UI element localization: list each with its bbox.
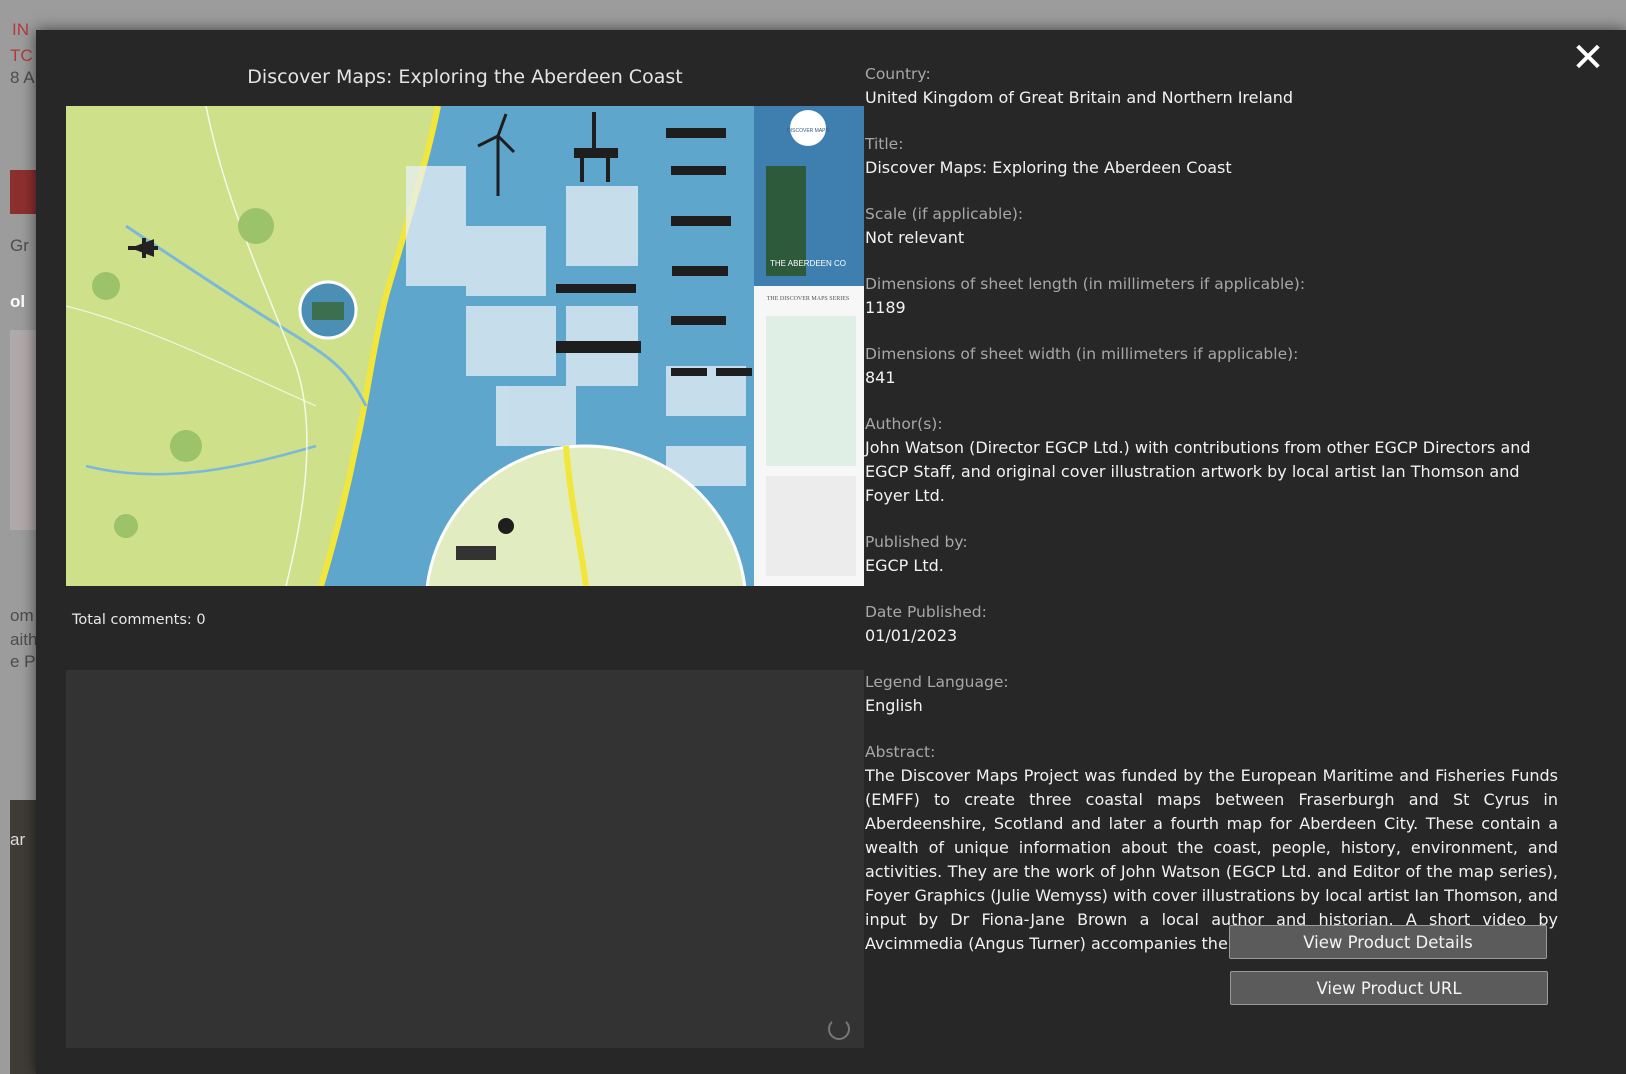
field-value: 1189 <box>865 298 906 317</box>
field-label: Country: <box>865 65 931 83</box>
comments-panel <box>66 670 864 1048</box>
cover-badge-text: DISCOVER MAPS <box>787 128 829 134</box>
view-product-url-button[interactable]: View Product URL <box>1230 971 1548 1005</box>
bg-fragment: TC <box>10 46 33 65</box>
field-9: Abstract: The Discover Maps Project was f… <box>865 740 1558 956</box>
field-value: 841 <box>865 368 896 387</box>
field-value: John Watson (Director EGCP Ltd.) with co… <box>865 438 1531 505</box>
field-value: Discover Maps: Exploring the Aberdeen Co… <box>865 158 1232 177</box>
bg-fragment: IN <box>12 20 29 39</box>
field-value: 01/01/2023 <box>865 626 958 645</box>
bg-red-bar <box>10 170 36 214</box>
field-0: Country: United Kingdom of Great Britain … <box>865 62 1558 110</box>
field-value: Not relevant <box>865 228 965 247</box>
bg-fragment: aith <box>10 630 38 649</box>
bg-fragment: 8 A <box>10 68 35 87</box>
bg-fragment: ol <box>10 292 26 311</box>
field-label: Date Published: <box>865 603 987 621</box>
field-label: Title: <box>865 135 904 153</box>
field-4: Dimensions of sheet width (in millimeter… <box>865 342 1558 390</box>
field-label: Scale (if applicable): <box>865 205 1024 223</box>
close-icon[interactable]: ✕ <box>1568 38 1608 78</box>
map-title: Discover Maps: Exploring the Aberdeen Co… <box>247 66 683 88</box>
field-label: Abstract: <box>865 743 936 761</box>
map-image[interactable]: DISCOVER MAPS THE ABERDEEN CO THE DISCOV… <box>66 106 864 586</box>
metadata-column: Country: United Kingdom of Great Britain … <box>865 62 1558 978</box>
field-label: Published by: <box>865 533 968 551</box>
field-6: Published by: EGCP Ltd. <box>865 530 1558 578</box>
field-2: Scale (if applicable): Not relevant <box>865 202 1558 250</box>
view-product-details-button[interactable]: View Product Details <box>1229 925 1547 959</box>
series-title-text: THE DISCOVER MAPS SERIES <box>767 296 850 302</box>
field-8: Legend Language: English <box>865 670 1558 718</box>
cover-title-text: THE ABERDEEN CO <box>770 259 846 268</box>
field-label: Dimensions of sheet width (in millimeter… <box>865 345 1299 363</box>
field-label: Dimensions of sheet length (in millimete… <box>865 275 1306 293</box>
product-modal: ✕ Discover Maps: Exploring the Aberdeen … <box>36 30 1626 1074</box>
bg-strip <box>10 330 36 530</box>
field-value: United Kingdom of Great Britain and Nort… <box>865 88 1294 107</box>
field-1: Title: Discover Maps: Exploring the Aberd… <box>865 132 1558 180</box>
total-comments: Total comments: 0 <box>72 612 206 628</box>
bg-fragment: Gr <box>10 236 29 255</box>
loading-spinner-icon <box>828 1018 850 1040</box>
field-value: EGCP Ltd. <box>865 556 944 575</box>
field-label: Author(s): <box>865 415 943 433</box>
field-3: Dimensions of sheet length (in millimete… <box>865 272 1558 320</box>
bg-fragment: om <box>10 606 34 625</box>
field-5: Author(s): John Watson (Director EGCP Ltd… <box>865 412 1558 508</box>
field-label: Legend Language: <box>865 673 1009 691</box>
bg-fragment: e P <box>10 652 36 671</box>
field-7: Date Published: 01/01/2023 <box>865 600 1558 648</box>
bg-fragment: ar <box>10 830 26 849</box>
field-value: English <box>865 696 923 715</box>
